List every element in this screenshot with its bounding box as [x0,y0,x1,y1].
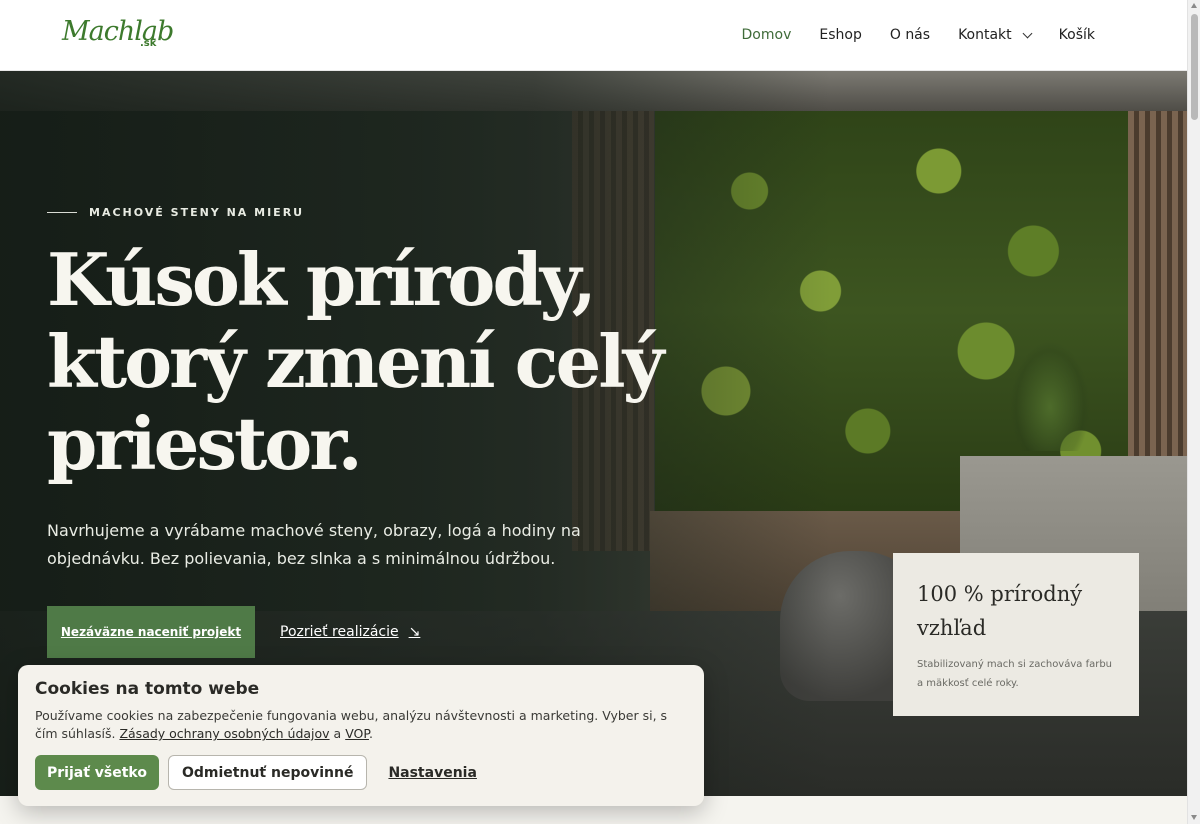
eyebrow-divider [47,212,77,213]
cookie-banner-text: Používame cookies na zabezpečenie fungov… [35,707,685,743]
nav-item-eshop[interactable]: Eshop [805,27,875,43]
cookie-banner: Cookies na tomto webe Používame cookies … [18,665,704,806]
hero-eyebrow: MACHOVÉ STENY NA MIERU [47,206,304,219]
hero-headline: Kúsok prírody, ktorý zmení celý priestor… [47,239,687,485]
page: Machlab .sk Domov Eshop O nás Kontakt Ko… [0,0,1200,824]
arrow-down-right-icon: ↘ [408,624,421,640]
headline-line-3: priestor. [47,401,363,486]
nav-item-kosik[interactable]: Košík [1045,27,1109,43]
chevron-down-icon [1022,28,1033,38]
site-header: Machlab .sk Domov Eshop O nás Kontakt Ko… [0,0,1187,71]
cookie-settings-button[interactable]: Nastavenia [376,755,488,790]
feature-card-title: 100 % prírodný vzhľad [917,582,1083,640]
main-nav: Domov Eshop O nás Kontakt Košík [728,0,1109,70]
feature-card: 100 % prírodný vzhľad Stabilizovaný mach… [893,553,1139,716]
scroll-up-icon[interactable] [1191,3,1197,8]
nav-item-kontakt-label: Kontakt [958,27,1012,43]
reject-optional-cookies-button[interactable]: Odmietnuť nepovinné [167,755,368,790]
privacy-policy-link[interactable]: Zásady ochrany osobných údajov [119,726,329,741]
eyebrow-text: MACHOVÉ STENY NA MIERU [89,206,305,219]
cookie-text-period: . [368,726,373,741]
terms-link[interactable]: VOP [345,726,369,741]
nav-item-o-nas[interactable]: O nás [876,27,944,43]
cookie-text-conjunction: a [333,726,342,741]
cookie-banner-title: Cookies na tomto webe [35,679,260,699]
headline-line-1: Kúsok prírody, [47,237,597,322]
logo-tld: .sk [140,38,157,49]
page-scrollbar[interactable] [1187,0,1200,824]
logo-wordmark: Machlab [62,16,174,47]
headline-line-2: ktorý zmení celý [47,319,664,404]
hero-lead: Navrhujeme a vyrábame machové steny, obr… [47,521,581,568]
scroll-down-icon[interactable] [1191,815,1197,820]
site-logo[interactable]: Machlab .sk [62,12,174,58]
nav-item-domov[interactable]: Domov [728,27,806,43]
cookie-actions: Prijať všetko Odmietnuť nepovinné Nastav… [35,755,489,790]
quote-project-button[interactable]: Nezáväzne naceniť projekt [47,606,255,658]
accept-all-cookies-button[interactable]: Prijať všetko [35,755,159,790]
view-projects-link[interactable]: Pozrieť realizácie ↘ [280,606,420,658]
nav-item-kontakt[interactable]: Kontakt [944,27,1045,43]
scrollbar-thumb[interactable] [1191,14,1198,120]
feature-card-text: Stabilizovaný mach si zachováva farbu a … [917,659,1113,689]
view-projects-label: Pozrieť realizácie [280,624,399,640]
